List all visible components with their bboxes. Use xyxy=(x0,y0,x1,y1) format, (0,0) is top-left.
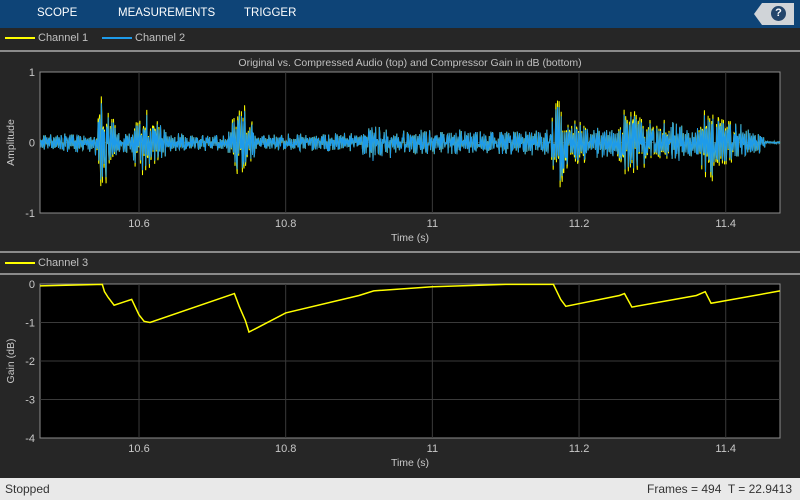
x-tick-label: 11.4 xyxy=(715,218,736,230)
y-axis-label: Gain (dB) xyxy=(5,339,17,384)
y-tick-label: -3 xyxy=(25,395,35,407)
x-tick-label: 11 xyxy=(427,218,438,230)
axes-gain[interactable]: 10.6 10.8 11 11.2 11.4 0 -1 -2 -3 -4 Time (s) Gain … xyxy=(5,279,781,469)
plot-title: Original vs. Compressed Audio (top) and … xyxy=(238,57,581,69)
x-tick-label: 10.6 xyxy=(128,218,149,230)
frames-count: Frames = 494 xyxy=(647,482,722,496)
y-tick-label: -1 xyxy=(25,208,35,220)
x-tick-label: 10.8 xyxy=(275,443,296,455)
sim-time: T = 22.9413 xyxy=(727,482,792,496)
y-tick-label: 1 xyxy=(29,67,35,79)
y-tick-label: -4 xyxy=(25,433,35,445)
x-axis-label: Time (s) xyxy=(391,232,429,244)
x-tick-label: 10.6 xyxy=(128,443,149,455)
status-bar: Stopped Frames = 494 T = 22.9413 xyxy=(0,478,800,500)
x-tick-label: 11.4 xyxy=(715,443,736,455)
status-state: Stopped xyxy=(5,482,50,496)
y-axis-label: Amplitude xyxy=(5,119,17,166)
x-tick-label: 11.2 xyxy=(569,218,590,230)
y-tick-label: 0 xyxy=(29,279,35,291)
x-axis-label: Time (s) xyxy=(391,457,429,469)
x-tick-label: 11.2 xyxy=(569,443,590,455)
x-tick-label: 10.8 xyxy=(275,218,296,230)
scope-plots: Original vs. Compressed Audio (top) and … xyxy=(5,57,781,469)
axes-amplitude[interactable]: 10.6 10.8 11 11.2 11.4 1 0 -1 Time (s) Amplitude xyxy=(5,67,781,244)
x-tick-label: 11 xyxy=(427,443,438,455)
status-frames-time: Frames = 494 T = 22.9413 xyxy=(647,482,792,496)
y-tick-label: -2 xyxy=(25,356,35,368)
y-tick-label: -1 xyxy=(25,318,35,330)
y-tick-label: 0 xyxy=(29,138,35,150)
